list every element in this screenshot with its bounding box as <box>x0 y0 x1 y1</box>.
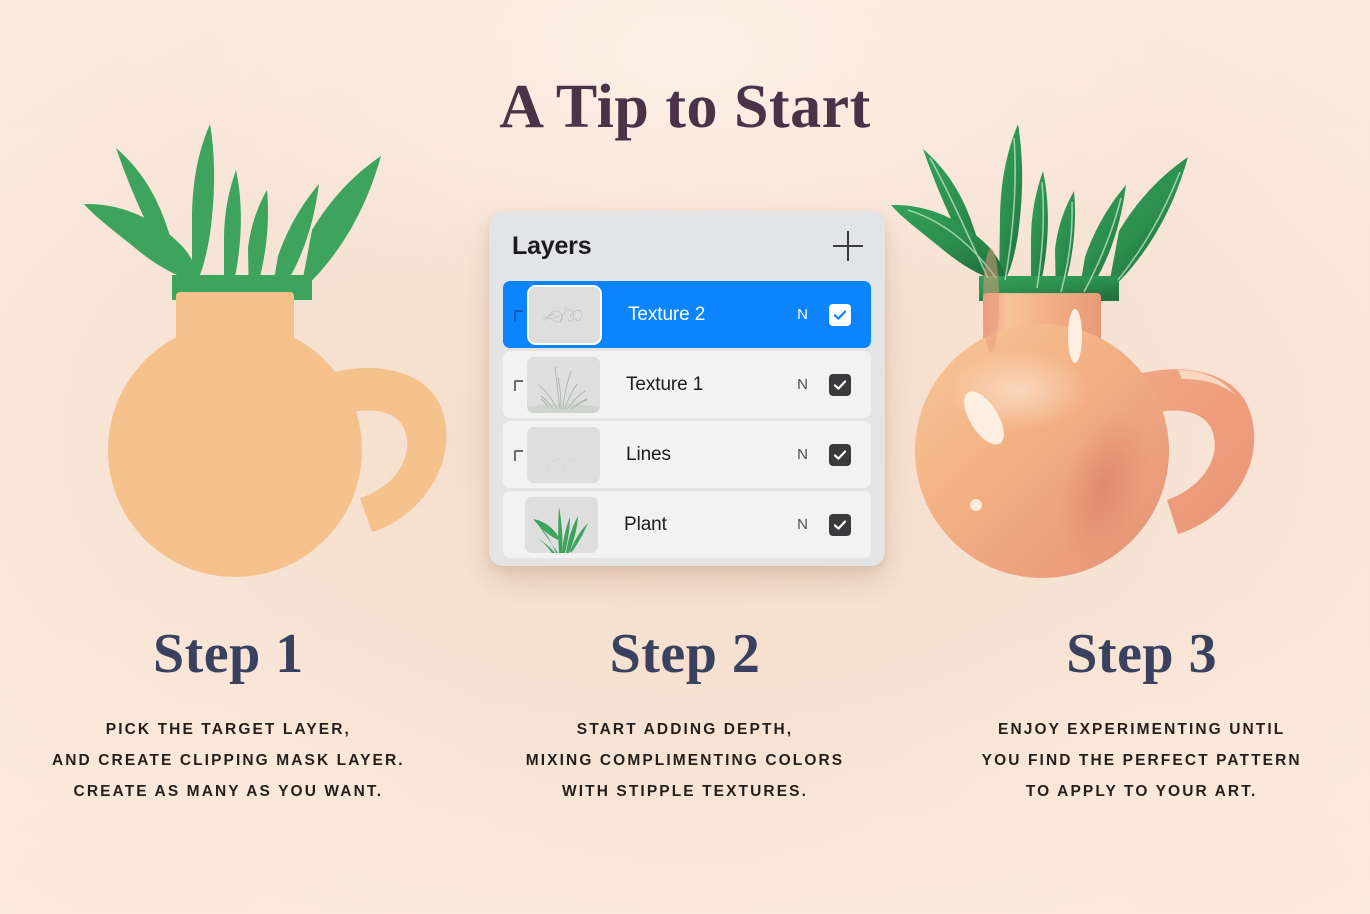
illustration-flat-vase <box>72 120 492 590</box>
layers-panel[interactable]: Layers Texture 2 N Texture 1 N Lines N P… <box>489 211 885 566</box>
illustration-shaded-vase <box>878 120 1298 590</box>
layer-name-texture-1: Texture 1 <box>626 373 704 395</box>
step-column-1: Step 1 PICK THE TARGET LAYER, AND CREATE… <box>0 622 457 807</box>
step-3-heading: Step 3 <box>1066 623 1218 685</box>
layer-name-texture-2: Texture 2 <box>628 303 706 325</box>
step-1-description: PICK THE TARGET LAYER, AND CREATE CLIPPI… <box>24 714 433 807</box>
layer-thumbnail-plant[interactable] <box>525 496 598 553</box>
plus-icon[interactable] <box>833 231 863 261</box>
clipping-mask-icon <box>514 449 523 461</box>
step-1-line-2: AND CREATE CLIPPING MASK LAYER. <box>51 752 405 769</box>
layer-thumbnail-texture-1[interactable] <box>527 356 600 413</box>
panel-title: Layers <box>512 231 592 260</box>
visibility-checkbox-plant[interactable] <box>829 513 851 536</box>
page-title: A Tip to Start <box>499 73 871 141</box>
step-3-line-3: TO APPLY TO YOUR ART. <box>1025 783 1258 800</box>
layers-panel-header: Layers <box>489 211 885 281</box>
shaded-vase-body <box>915 248 1169 578</box>
layer-list: Texture 2 N Texture 1 N Lines N Plant N <box>489 281 885 566</box>
step-3-description: ENJOY EXPERIMENTING UNTIL YOU FIND THE P… <box>937 714 1346 807</box>
step-1-line-3: CREATE AS MANY AS YOU WANT. <box>73 783 384 800</box>
clipping-mask-icon <box>514 309 523 321</box>
step-3-line-1: ENJOY EXPERIMENTING UNTIL <box>998 721 1286 738</box>
layer-thumbnail-lines[interactable] <box>527 426 600 483</box>
visibility-checkbox-lines[interactable] <box>829 443 851 466</box>
step-3-line-2: YOU FIND THE PERFECT PATTERN <box>981 752 1302 769</box>
blend-mode-lines[interactable]: N <box>797 446 808 463</box>
step-1-heading: Step 1 <box>152 623 304 685</box>
layer-name-plant: Plant <box>624 513 667 535</box>
layer-thumbnail-texture-2[interactable] <box>527 284 602 345</box>
blend-mode-texture-2[interactable]: N <box>797 306 808 323</box>
step-2-line-3: WITH STIPPLE TEXTURES. <box>562 783 808 800</box>
step-2-line-1: START ADDING DEPTH, <box>576 721 794 738</box>
shaded-plant-leaves <box>891 124 1188 304</box>
step-2-line-2: MIXING COMPLIMENTING COLORS <box>525 752 845 769</box>
layer-row-texture-2[interactable]: Texture 2 N <box>503 281 871 348</box>
step-column-3: Step 3 ENJOY EXPERIMENTING UNTIL YOU FIN… <box>913 622 1370 807</box>
step-2-heading: Step 2 <box>609 623 761 685</box>
flat-plant-leaves <box>84 124 381 303</box>
blend-mode-plant[interactable]: N <box>797 516 808 533</box>
layer-name-lines: Lines <box>626 443 671 465</box>
clipping-mask-icon <box>514 379 523 391</box>
flat-vase-body <box>108 292 447 577</box>
step-1-line-1: PICK THE TARGET LAYER, <box>105 721 351 738</box>
layer-row-plant[interactable]: Plant N <box>503 491 871 558</box>
steps-section: Step 1 PICK THE TARGET LAYER, AND CREATE… <box>0 622 1370 807</box>
blend-mode-texture-1[interactable]: N <box>797 376 808 393</box>
visibility-checkbox-texture-2[interactable] <box>829 303 851 326</box>
visibility-checkbox-texture-1[interactable] <box>829 373 851 396</box>
step-2-description: START ADDING DEPTH, MIXING COMPLIMENTING… <box>481 714 890 807</box>
layer-row-lines[interactable]: Lines N <box>503 421 871 488</box>
step-column-2: Step 2 START ADDING DEPTH, MIXING COMPLI… <box>457 622 914 807</box>
layer-row-texture-1[interactable]: Texture 1 N <box>503 351 871 418</box>
